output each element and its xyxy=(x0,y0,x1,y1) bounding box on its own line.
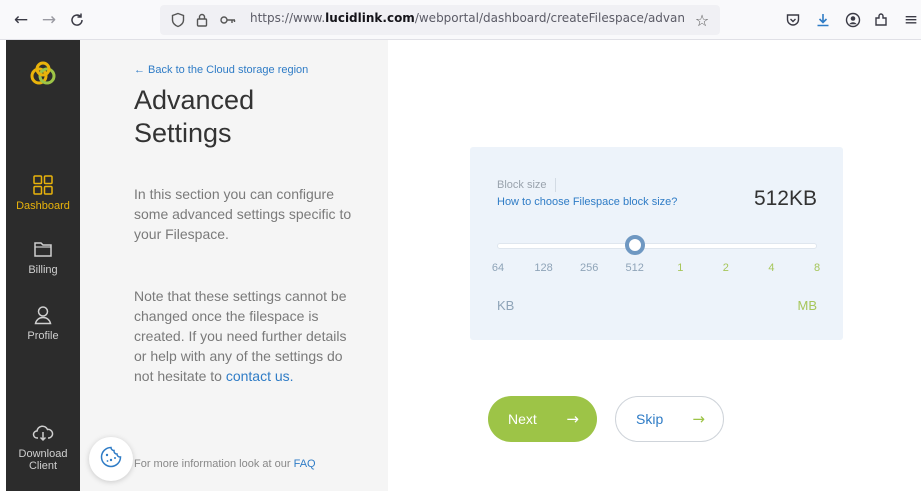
block-size-slider-track[interactable] xyxy=(497,243,817,249)
pocket-icon[interactable] xyxy=(780,7,806,33)
sidebar-item-profile[interactable]: Profile xyxy=(6,304,80,342)
user-icon xyxy=(32,304,54,326)
star-icon[interactable]: ☆ xyxy=(692,10,712,30)
arrow-right-icon: → xyxy=(566,410,579,428)
url-path: /webportal/dashboard/createFilespace/adv… xyxy=(414,11,685,25)
cookie-settings-button[interactable] xyxy=(89,437,133,481)
next-button-label: Next xyxy=(508,411,537,427)
url-text[interactable]: https://www.lucidlink.com/webportal/dash… xyxy=(250,11,685,25)
slider-tick-label[interactable]: 64 xyxy=(492,262,504,274)
account-icon[interactable] xyxy=(840,7,866,33)
folder-icon xyxy=(32,238,54,260)
skip-button[interactable]: Skip → xyxy=(615,396,724,442)
slider-tick-label[interactable]: 4 xyxy=(768,262,774,274)
faq-line: For more information look at our FAQ xyxy=(134,458,316,470)
sidebar-item-label: Download Client xyxy=(18,448,68,472)
sidebar-item-label: Billing xyxy=(28,264,58,276)
slider-tick-label[interactable]: 512 xyxy=(626,262,644,274)
block-size-value: 512KB xyxy=(753,187,817,210)
divider xyxy=(555,178,556,192)
slider-tick-label[interactable]: 2 xyxy=(723,262,729,274)
unit-mb-label: MB xyxy=(797,298,818,313)
url-bar[interactable]: https://www.lucidlink.com/webportal/dash… xyxy=(160,5,720,35)
next-button[interactable]: Next → xyxy=(488,396,597,442)
unit-kb-label: KB xyxy=(497,298,515,313)
block-size-card: Block size How to choose Filespace block… xyxy=(470,147,843,340)
lucidlink-logo-icon[interactable] xyxy=(28,58,58,88)
lock-icon[interactable] xyxy=(192,10,212,30)
contact-us-link[interactable]: contact us. xyxy=(226,368,294,384)
slider-tick-label[interactable]: 1 xyxy=(677,262,683,274)
download-icon[interactable] xyxy=(810,7,836,33)
sidebar-item-label: Profile xyxy=(27,330,59,342)
forward-arrow-icon[interactable]: → xyxy=(36,7,62,33)
sidebar-item-download-client[interactable]: Download Client xyxy=(6,422,80,472)
sidebar-item-label: Dashboard xyxy=(16,200,70,212)
note-paragraph: Note that these settings cannot be chang… xyxy=(134,286,349,386)
back-link[interactable]: ← Back to the Cloud storage region xyxy=(134,64,308,76)
cookie-icon xyxy=(99,445,123,473)
skip-button-label: Skip xyxy=(636,411,664,427)
faq-text: For more information look at our xyxy=(134,458,291,470)
slider-tick-label[interactable]: 128 xyxy=(534,262,552,274)
block-size-slider-thumb[interactable] xyxy=(624,235,645,255)
reload-icon[interactable] xyxy=(64,7,90,33)
url-host: lucidlink.com xyxy=(325,11,415,25)
sidebar-item-billing[interactable]: Billing xyxy=(6,238,80,276)
browser-toolbar: ← → https://www.lucidlink.com/webportal/… xyxy=(0,0,921,40)
cloud-download-icon xyxy=(32,422,54,444)
key-icon[interactable] xyxy=(218,10,238,30)
sidebar-nav: Dashboard Billing Profile Download Clien… xyxy=(6,40,80,491)
block-size-label: Block size xyxy=(497,179,547,191)
slider-tick-label[interactable]: 8 xyxy=(814,262,820,274)
shield-icon[interactable] xyxy=(168,10,188,30)
slider-tick-label[interactable]: 256 xyxy=(580,262,598,274)
info-panel: ← Back to the Cloud storage region Advan… xyxy=(80,40,388,491)
back-arrow-icon[interactable]: ← xyxy=(8,7,34,33)
grid-icon xyxy=(32,174,54,196)
faq-link[interactable]: FAQ xyxy=(294,458,316,470)
block-size-help-link[interactable]: How to choose Filespace block size? xyxy=(497,196,677,208)
arrow-right-icon: → xyxy=(692,410,705,428)
extensions-icon[interactable] xyxy=(868,7,894,33)
page-title: Advanced Settings xyxy=(134,85,255,148)
intro-paragraph: In this section you can configure some a… xyxy=(134,186,352,242)
menu-icon[interactable]: ≡ xyxy=(898,7,921,33)
url-prefix: https://www. xyxy=(250,11,326,25)
sidebar-item-dashboard[interactable]: Dashboard xyxy=(6,174,80,212)
